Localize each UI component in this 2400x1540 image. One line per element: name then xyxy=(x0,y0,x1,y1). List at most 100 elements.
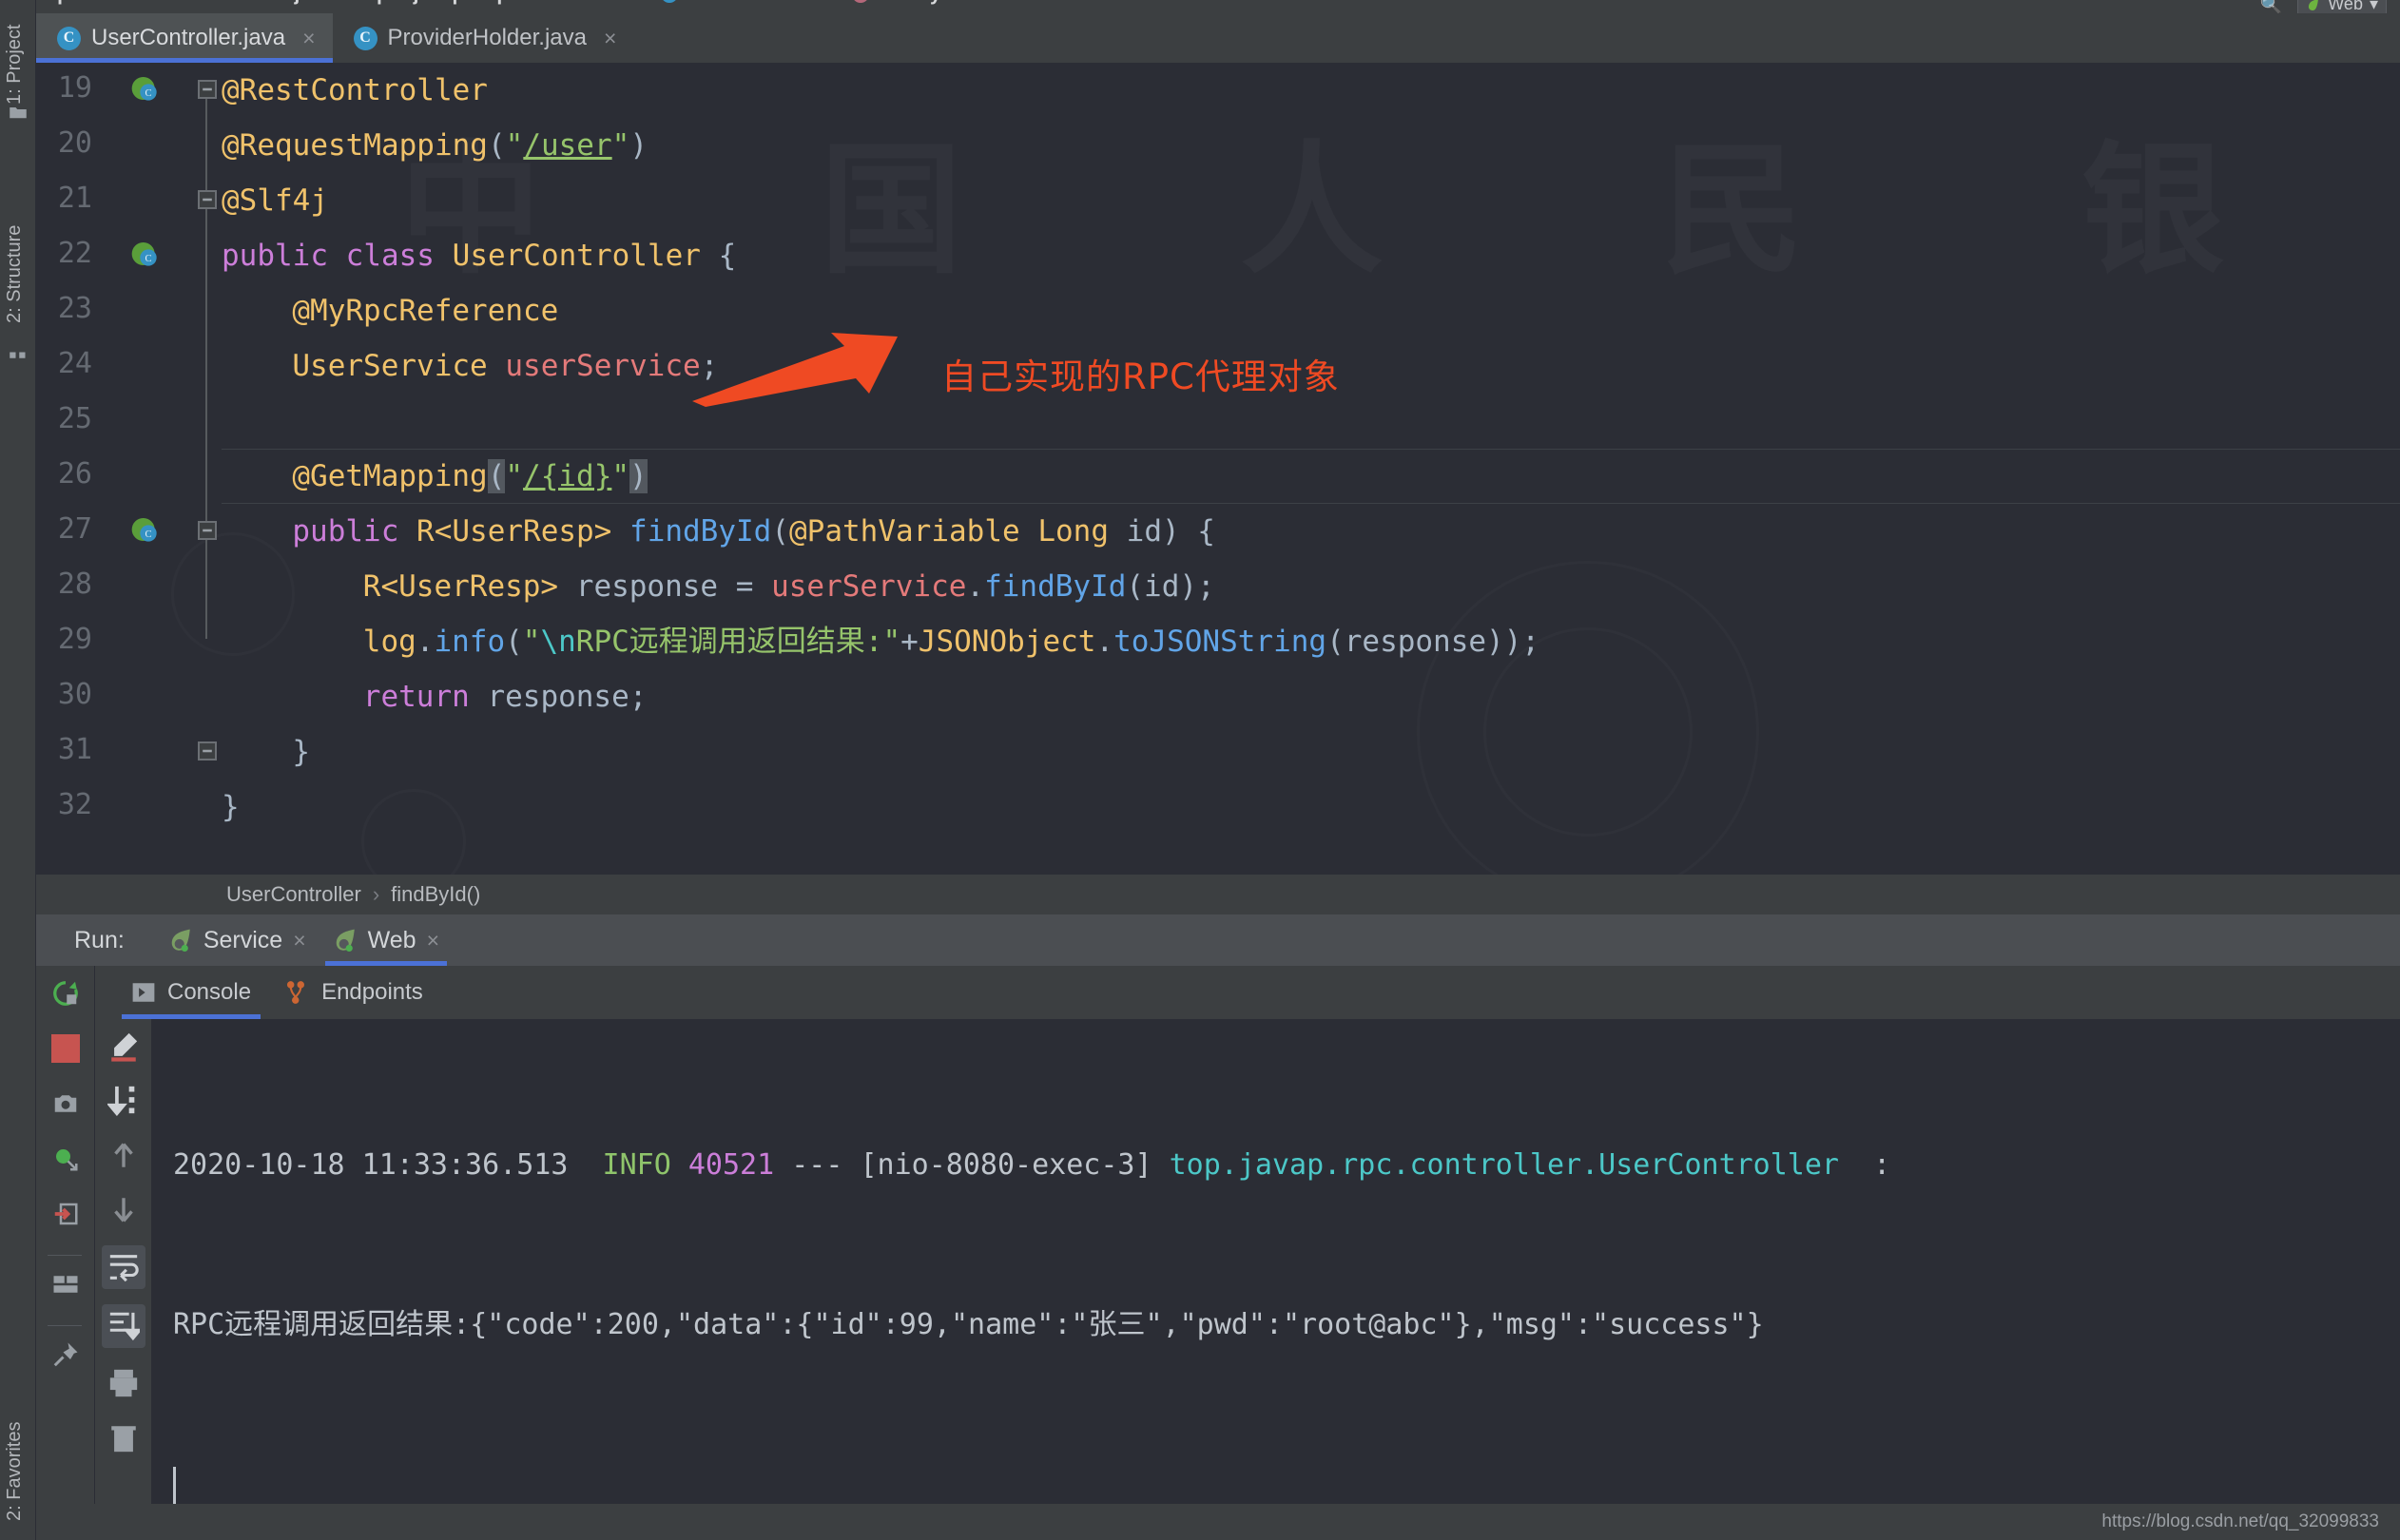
gutter-line[interactable]: 28 xyxy=(36,559,200,614)
stop-icon[interactable] xyxy=(51,1034,80,1063)
gutter-line[interactable]: 29 xyxy=(36,614,200,669)
gutter-line[interactable]: 30 xyxy=(36,669,200,724)
gutter-line[interactable]: 26 xyxy=(36,449,200,504)
breadcrumb-item[interactable]: main xyxy=(223,0,270,6)
editor-tab-usercontroller[interactable]: C UserController.java × xyxy=(36,13,333,63)
code-line[interactable]: R<UserResp> response = userService.findB… xyxy=(222,559,1215,614)
down-icon[interactable] xyxy=(107,1194,140,1226)
breadcrumb-item-method[interactable]: findById xyxy=(879,0,958,6)
code-line[interactable]: UserService userService; xyxy=(222,338,718,394)
run-configuration-selector[interactable]: Web ▾ xyxy=(2297,0,2387,13)
gutter-line[interactable]: 19 C xyxy=(36,63,200,118)
close-icon[interactable]: × xyxy=(293,928,305,953)
sidebar-item-project[interactable]: 1: Project xyxy=(4,0,26,105)
fold-toggle-icon[interactable] xyxy=(198,80,217,99)
edit-icon[interactable] xyxy=(107,1030,140,1063)
line-number: 28 xyxy=(57,568,92,601)
annotation-arrow-icon xyxy=(692,333,898,407)
code-line[interactable]: @Slf4j xyxy=(222,173,328,228)
editor-breadcrumb-navbar[interactable]: UserController › findById() xyxy=(36,875,2400,914)
breadcrumb[interactable]: rpc / web / src / main / java / top / ja… xyxy=(36,0,958,6)
print-icon[interactable] xyxy=(107,1367,140,1399)
gutter-line[interactable]: 24 xyxy=(36,338,200,394)
camera-icon[interactable] xyxy=(51,1089,80,1118)
code-line[interactable]: public class UserController { xyxy=(222,228,736,283)
soft-wrap-icon[interactable] xyxy=(102,1245,145,1289)
console-toolbar[interactable] xyxy=(95,1019,152,1504)
editor-tab-providerholder[interactable]: C ProviderHolder.java × xyxy=(333,13,634,63)
up-icon[interactable] xyxy=(107,1139,140,1171)
run-class-icon[interactable]: C xyxy=(129,73,160,104)
editor-gutter[interactable]: 19 C 20 21 22 C 23 24 25 26 27 C 28 29 30 31 32 xyxy=(36,63,200,875)
tab-console[interactable]: Console xyxy=(114,966,268,1019)
code-line[interactable]: log.info("\nRPC远程调用返回结果:"+JSONObject.toJ… xyxy=(222,614,1539,669)
scroll-to-bottom-icon[interactable] xyxy=(102,1304,145,1348)
sidebar-item-structure[interactable]: 2: Structure xyxy=(4,152,26,323)
project-folder-icon[interactable] xyxy=(9,103,28,122)
gutter-line[interactable]: 31 xyxy=(36,724,200,780)
code-line[interactable]: @MyRpcReference xyxy=(222,283,558,338)
code-token: JSONObject xyxy=(918,625,1096,659)
gutter-line[interactable]: 25 xyxy=(36,394,200,449)
chevron-down-icon[interactable]: ▾ xyxy=(2370,0,2378,13)
code-token: UserController xyxy=(452,239,701,273)
breadcrumb-item[interactable]: top xyxy=(358,0,389,6)
breadcrumb-item[interactable]: java xyxy=(294,0,333,6)
code-line[interactable]: @RequestMapping("/user") xyxy=(222,118,648,173)
search-icon[interactable]: 🔍 xyxy=(2260,0,2283,13)
gutter-line[interactable]: 22 C xyxy=(36,228,200,283)
code-token: ( xyxy=(487,459,506,493)
code-line[interactable]: } xyxy=(222,780,240,835)
fold-toggle-icon[interactable] xyxy=(198,521,217,540)
navbar-class[interactable]: UserController xyxy=(226,882,361,907)
code-token: info xyxy=(434,625,506,659)
structure-icon[interactable] xyxy=(9,340,28,359)
breadcrumb-item[interactable]: rpc xyxy=(49,0,81,6)
code-line[interactable]: } xyxy=(222,724,310,780)
trash-icon[interactable] xyxy=(107,1422,140,1454)
scroll-to-end-icon[interactable] xyxy=(107,1084,140,1116)
gutter-line[interactable]: 23 xyxy=(36,283,200,338)
code-line[interactable]: return response; xyxy=(222,669,648,724)
gutter-line[interactable]: 32 xyxy=(36,780,200,835)
close-icon[interactable]: × xyxy=(427,928,439,953)
tab-endpoints[interactable]: Endpoints xyxy=(268,966,440,1019)
run-method-icon[interactable]: C xyxy=(129,514,160,545)
code-token: = xyxy=(718,569,772,604)
breadcrumb-item[interactable]: rpc xyxy=(489,0,520,6)
left-tool-rail[interactable]: 1: Project 2: Structure 2: Favorites xyxy=(0,0,36,1540)
code-editor[interactable]: 19 C 20 21 22 C 23 24 25 26 27 C 28 29 30 31 32 @RestCon… xyxy=(36,63,2400,875)
close-icon[interactable]: × xyxy=(302,26,315,51)
annotation-note-top: 自己实现的RPC代理对象 xyxy=(941,356,1340,397)
code-line[interactable]: @RestController xyxy=(222,63,488,118)
gutter-line[interactable]: 27 C xyxy=(36,504,200,559)
run-class-icon[interactable]: C xyxy=(129,239,160,269)
breadcrumb-item[interactable]: controller xyxy=(545,0,637,6)
line-number: 24 xyxy=(57,347,92,380)
thread-dump-icon[interactable] xyxy=(51,1145,80,1173)
code-content[interactable]: @RestController @RequestMapping("/user") @… xyxy=(222,63,2400,875)
run-tab-web[interactable]: Web × xyxy=(319,914,453,966)
sidebar-item-favorites[interactable]: 2: Favorites xyxy=(4,1350,26,1521)
fold-toggle-icon[interactable] xyxy=(198,741,217,760)
breadcrumb-item[interactable]: javap xyxy=(414,0,465,6)
rerun-icon[interactable] xyxy=(51,979,80,1008)
close-icon[interactable]: × xyxy=(604,26,616,51)
run-actions-sidebar[interactable] xyxy=(36,966,95,1504)
gutter-line[interactable]: 21 xyxy=(36,173,200,228)
fold-toggle-icon[interactable] xyxy=(198,190,217,209)
exit-icon[interactable] xyxy=(51,1200,80,1228)
breadcrumb-item[interactable]: web xyxy=(106,0,145,6)
gutter-line[interactable]: 20 xyxy=(36,118,200,173)
layout-icon[interactable] xyxy=(51,1270,80,1299)
run-tab-service[interactable]: Service × xyxy=(155,914,319,966)
pin-icon[interactable] xyxy=(51,1340,80,1369)
code-line[interactable]: @GetMapping("/{id}") xyxy=(222,449,648,504)
navbar-method[interactable]: findById() xyxy=(391,882,480,907)
code-line[interactable]: public R<UserResp> findById(@PathVariabl… xyxy=(222,504,1215,559)
console-output[interactable]: 2020-10-18 11:33:36.513 INFO 40521 --- [… xyxy=(152,1019,2400,1505)
breadcrumb-item-class[interactable]: UserController xyxy=(687,0,827,6)
breadcrumb-item[interactable]: src xyxy=(168,0,199,6)
